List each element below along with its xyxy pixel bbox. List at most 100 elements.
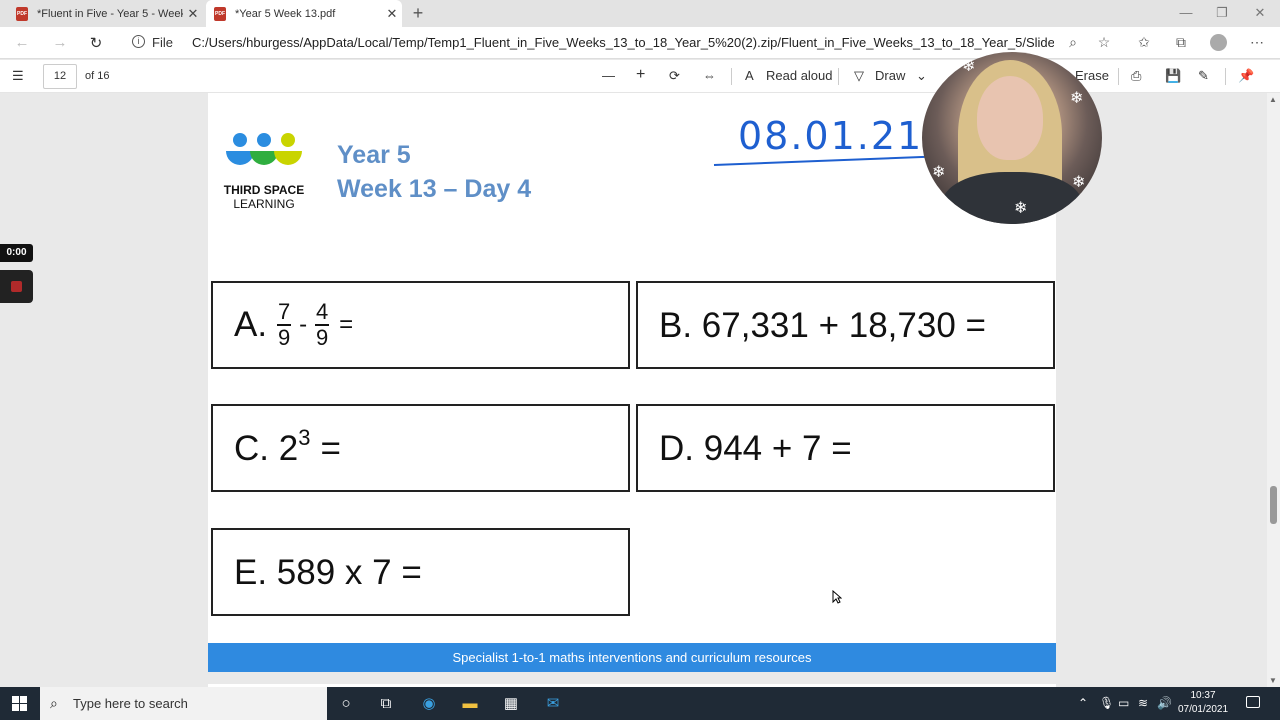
pin-icon[interactable]: 📌 <box>1238 68 1254 84</box>
snowflake-icon: ❄ <box>1070 90 1084 107</box>
zoom-out-icon[interactable]: — <box>602 68 615 83</box>
page-number-input[interactable]: 12 <box>43 64 77 89</box>
forward-icon[interactable]: → <box>50 34 70 51</box>
read-aloud-icon[interactable]: A <box>745 68 754 83</box>
back-icon[interactable]: ← <box>12 34 32 51</box>
refresh-icon[interactable]: ↻ <box>86 34 106 52</box>
question-box-e: E. 589 x 7 = <box>211 528 630 616</box>
scrollbar[interactable]: ▲ ▼ <box>1267 93 1280 687</box>
pdf-icon: PDF <box>214 6 226 21</box>
recording-timer: 0:00 <box>0 244 33 262</box>
save-as-icon[interactable]: ✎ <box>1198 68 1209 84</box>
pdf-icon: PDF <box>16 6 28 21</box>
erase-button[interactable]: Erase <box>1075 68 1109 83</box>
edge-icon[interactable]: ◉ <box>418 693 440 715</box>
question-b: B. 67,331 + 18,730 = <box>659 306 986 345</box>
question-box-a: A. 7 9 - 4 9 = <box>211 281 630 369</box>
save-icon[interactable]: 💾 <box>1165 68 1181 84</box>
tab-title: *Year 5 Week 13.pdf <box>235 7 336 20</box>
taskbar-search-input[interactable]: ⌕ Type here to search <box>40 687 327 720</box>
task-view-icon[interactable]: ⧉ <box>375 693 397 715</box>
taskbar: ⌕ Type here to search ○ ⧉ ◉ ▬ ▦ ✉ ⌃ 🎙 ▭ … <box>0 687 1280 720</box>
fraction-1-denominator: 9 <box>277 325 291 350</box>
zoom-in-icon[interactable]: + <box>636 66 645 84</box>
equals-sign: = <box>339 311 354 338</box>
fit-page-icon[interactable]: ⇔ <box>703 68 716 83</box>
search-icon: ⌕ <box>50 695 58 711</box>
logo-icon <box>226 133 302 165</box>
favorite-star-icon[interactable]: ☆ <box>1094 34 1114 51</box>
avatar[interactable] <box>1210 34 1227 51</box>
question-box-d: D. 944 + 7 = <box>636 404 1055 492</box>
webcam-overlay: ❄ ❄ ❄ ❄ ❄ <box>922 52 1102 224</box>
maximize-icon[interactable]: ❐ <box>1212 5 1232 21</box>
fraction-2-numerator: 4 <box>315 299 329 324</box>
footer-banner: Specialist 1-to-1 maths interventions an… <box>208 643 1056 672</box>
question-d: D. 944 + 7 = <box>659 429 852 468</box>
logo-line2: LEARNING <box>233 197 295 211</box>
favorites-icon[interactable]: ✩ <box>1134 34 1154 51</box>
taskbar-clock[interactable]: 10:37 07/01/2021 <box>1176 689 1230 717</box>
fraction-2-denominator: 9 <box>315 325 329 350</box>
snowflake-icon: ❄ <box>962 58 976 75</box>
page-total: of 16 <box>85 70 110 82</box>
scroll-thumb[interactable] <box>1270 486 1277 524</box>
more-icon[interactable]: ⋯ <box>1247 34 1267 51</box>
snowflake-icon: ❄ <box>932 164 946 181</box>
mail-icon[interactable]: ✉ <box>542 693 564 715</box>
pdf-page: THIRD SPACE LEARNING Year 5 Week 13 – Da… <box>208 93 1056 672</box>
chevron-down-icon[interactable]: ⌄ <box>916 68 927 84</box>
file-label: File <box>152 35 173 50</box>
snowflake-icon: ❄ <box>1014 200 1028 217</box>
clock-time: 10:37 <box>1190 690 1216 701</box>
equals-sign: = <box>320 429 341 468</box>
snowflake-icon: ❄ <box>1072 174 1086 191</box>
draw-icon[interactable]: ▽ <box>854 68 864 84</box>
rotate-icon[interactable]: ⟳ <box>669 68 680 84</box>
question-e: E. 589 x 7 = <box>234 553 422 592</box>
battery-icon[interactable]: ▭ <box>1118 696 1129 710</box>
scroll-down-icon[interactable]: ▼ <box>1269 676 1277 685</box>
question-c-exponent: 3 <box>298 425 311 450</box>
browser-tab-bar: PDF *Fluent in Five - Year 5 - Week 1...… <box>0 0 1280 27</box>
close-icon[interactable]: ✕ <box>183 6 203 22</box>
tab-title: *Fluent in Five - Year 5 - Week 1... <box>37 7 183 20</box>
address-bar: ← → ↻ i File C:/Users/hburgess/AppData/L… <box>0 27 1280 59</box>
fraction-1-numerator: 7 <box>277 299 291 324</box>
handwritten-date-text: 08.01.21 <box>738 114 923 158</box>
scroll-up-icon[interactable]: ▲ <box>1269 95 1277 104</box>
file-explorer-icon[interactable]: ▬ <box>459 693 481 715</box>
info-icon[interactable]: i <box>132 35 145 48</box>
new-tab-button[interactable]: + <box>408 3 428 23</box>
stop-recording-button[interactable] <box>0 270 33 303</box>
question-c: C. 2 3 = <box>234 425 341 469</box>
question-a-letter: A. <box>234 305 268 344</box>
minus-sign: - <box>299 311 308 338</box>
print-icon[interactable]: ⎙ <box>1131 68 1141 84</box>
draw-button[interactable]: Draw <box>875 68 905 83</box>
close-icon[interactable]: ✕ <box>382 6 402 22</box>
close-window-icon[interactable]: ✕ <box>1250 5 1270 21</box>
clock-date: 07/01/2021 <box>1177 704 1229 715</box>
search-placeholder: Type here to search <box>73 696 188 711</box>
windows-start-icon[interactable] <box>12 696 27 716</box>
question-box-c: C. 2 3 = <box>211 404 630 492</box>
tab-year5-week13[interactable]: PDF *Year 5 Week 13.pdf ✕ <box>206 0 402 27</box>
zoom-icon[interactable]: ⌕ <box>1063 34 1083 51</box>
wifi-icon[interactable]: ≋ <box>1138 696 1148 710</box>
minimize-icon[interactable]: — <box>1176 5 1196 20</box>
cortana-icon[interactable]: ○ <box>335 693 357 715</box>
fraction-1: 7 9 <box>277 299 292 350</box>
store-icon[interactable]: ▦ <box>500 693 522 715</box>
collections-icon[interactable]: ⧉ <box>1171 34 1191 51</box>
notification-icon[interactable] <box>1246 696 1260 708</box>
volume-icon[interactable]: 🔊 <box>1157 696 1172 710</box>
contents-icon[interactable]: ☰ <box>12 68 24 84</box>
question-c-base: C. 2 <box>234 429 299 468</box>
tab-fluent-in-five[interactable]: PDF *Fluent in Five - Year 5 - Week 1...… <box>8 0 203 27</box>
microphone-icon[interactable]: 🎙 <box>1099 696 1114 710</box>
stop-icon <box>11 281 22 292</box>
tray-chevron-icon[interactable]: ⌃ <box>1078 696 1088 710</box>
read-aloud-button[interactable]: Read aloud <box>766 68 833 83</box>
url-field[interactable]: C:/Users/hburgess/AppData/Local/Temp/Tem… <box>192 35 1054 50</box>
